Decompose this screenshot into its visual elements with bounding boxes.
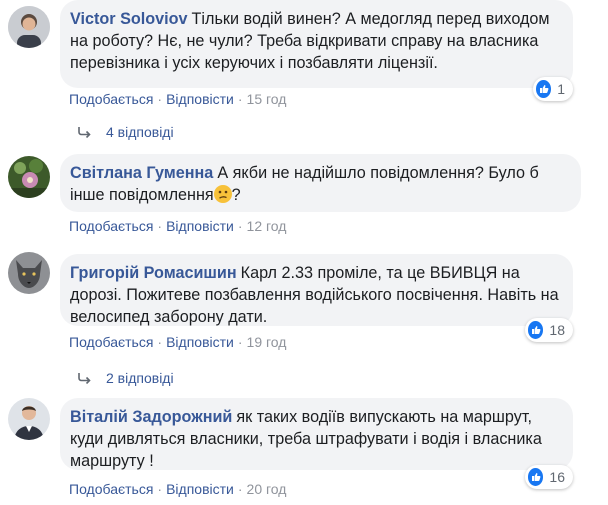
separator: ·: [157, 481, 163, 497]
separator: ·: [237, 481, 243, 497]
reaction-number: 16: [549, 469, 565, 485]
replies-count-label: 4 відповіді: [106, 124, 174, 140]
separator: ·: [237, 91, 243, 107]
man-suit-avatar-icon: [8, 398, 50, 440]
separator: ·: [157, 334, 163, 350]
reaction-number: 18: [549, 322, 565, 338]
avatar[interactable]: [8, 252, 50, 294]
like-button[interactable]: Подобається: [69, 334, 153, 350]
reply-button[interactable]: Відповісти: [166, 481, 234, 497]
comment-author[interactable]: Victor Soloviov: [70, 10, 188, 28]
reply-button[interactable]: Відповісти: [166, 91, 234, 107]
view-replies-link[interactable]: 2 відповіді: [78, 370, 174, 386]
like-icon: [528, 468, 544, 486]
separator: ·: [237, 334, 243, 350]
comment-text-tail: ?: [231, 186, 241, 204]
timestamp[interactable]: 12 год: [247, 218, 287, 234]
reaction-count[interactable]: 16: [525, 465, 573, 489]
like-button[interactable]: Подобається: [69, 481, 153, 497]
avatar[interactable]: [8, 398, 50, 440]
reply-button[interactable]: Відповісти: [166, 218, 234, 234]
comment-actions: Подобається · Відповісти · 12 год: [69, 218, 286, 234]
avatar[interactable]: [8, 6, 50, 48]
like-icon: [536, 80, 552, 98]
reply-arrow-icon: [78, 127, 91, 138]
comment-actions: Подобається · Відповісти · 15 год: [69, 91, 286, 107]
reaction-count[interactable]: 18: [525, 318, 573, 342]
replies-count-label: 2 відповіді: [106, 370, 174, 386]
comment-actions: Подобається · Відповісти · 19 год: [69, 334, 286, 350]
avatar[interactable]: [8, 156, 50, 198]
reaction-count[interactable]: 1: [533, 77, 573, 101]
timestamp[interactable]: 20 год: [247, 481, 287, 497]
timestamp[interactable]: 19 год: [247, 334, 287, 350]
confused-face-emoji-icon: [213, 185, 232, 203]
like-icon: [528, 321, 544, 339]
separator: ·: [157, 218, 163, 234]
comment-actions: Подобається · Відповісти · 20 год: [69, 481, 286, 497]
reaction-number: 1: [557, 81, 565, 97]
comment-bubble: Віталій Задорожний як таких водіїв випуск…: [60, 398, 573, 470]
comment-author[interactable]: Віталій Задорожний: [70, 408, 232, 426]
view-replies-link[interactable]: 4 відповіді: [78, 124, 174, 140]
comment-author[interactable]: Світлана Гуменна: [70, 164, 213, 182]
male-portrait-avatar-icon: [8, 6, 50, 48]
flower-photo-avatar-icon: [8, 156, 50, 198]
comment-bubble: Victor Soloviov Тільки водій винен? А мед…: [60, 0, 573, 88]
like-button[interactable]: Подобається: [69, 91, 153, 107]
wolf-photo-avatar-icon: [8, 252, 50, 294]
reply-arrow-icon: [78, 373, 91, 384]
comments-feed: Victor Soloviov Тільки водій винен? А мед…: [0, 0, 608, 505]
reply-button[interactable]: Відповісти: [166, 334, 234, 350]
like-button[interactable]: Подобається: [69, 218, 153, 234]
separator: ·: [157, 91, 163, 107]
comment-bubble: Григорій Ромасишин Карл 2.33 проміле, та …: [60, 254, 573, 326]
comment-author[interactable]: Григорій Ромасишин: [70, 264, 237, 282]
comment-bubble: Світлана Гуменна А якби не надійшло повід…: [60, 154, 581, 212]
separator: ·: [237, 218, 243, 234]
timestamp[interactable]: 15 год: [247, 91, 287, 107]
